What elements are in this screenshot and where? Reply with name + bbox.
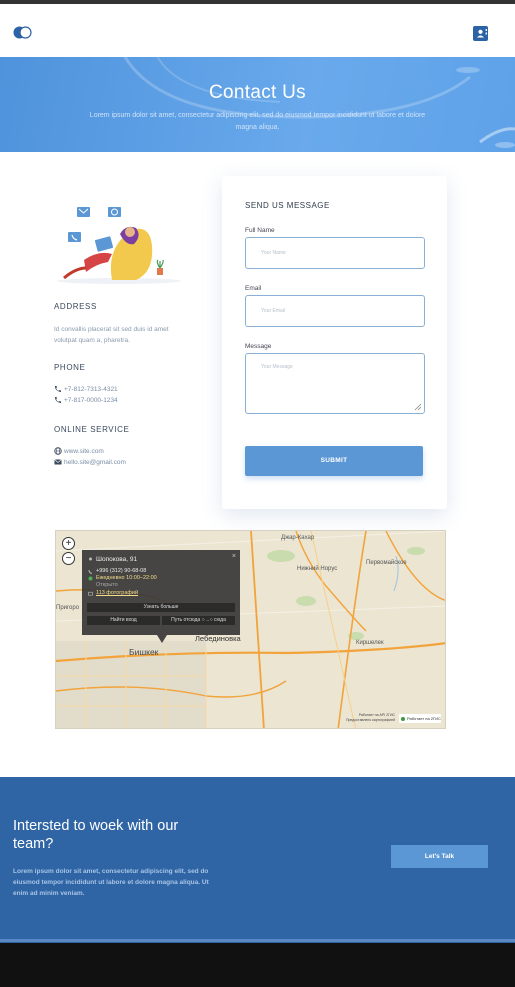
email-placeholder: Your Email xyxy=(261,308,285,314)
site-header xyxy=(0,4,515,57)
popup-phone-row[interactable]: +996 (312) 90-68-08 xyxy=(88,568,146,574)
address-heading: ADDRESS xyxy=(54,302,97,311)
popup-route-button[interactable]: Путь отсюда ○→○ сюда xyxy=(162,616,235,625)
zoom-in-button[interactable]: + xyxy=(62,537,75,550)
team-cta-section: Intersted to woek with our team? Lorem i… xyxy=(0,777,515,943)
location-map[interactable]: Джар-Кахар Нижний Норус Первомайское Леб… xyxy=(55,530,446,729)
email-label: Email xyxy=(245,285,262,292)
popup-photos-row[interactable]: 113 фотографий xyxy=(88,590,138,596)
place-pervomayskoe: Первомайское xyxy=(366,560,407,566)
status-dot-icon xyxy=(88,576,93,580)
email-input[interactable]: Your Email xyxy=(245,295,425,327)
email-link[interactable]: hello.site@gmail.com xyxy=(64,459,126,466)
popup-status: Открыто xyxy=(96,582,118,588)
email-line[interactable]: hello.site@gmail.com xyxy=(54,458,126,466)
map-copyright[interactable]: Работает на API 2ГИС Предоставлено карто… xyxy=(346,713,395,723)
globe-icon xyxy=(54,447,62,455)
popup-address: Шопокова, 91 xyxy=(96,556,138,563)
page-title: Contact Us xyxy=(209,82,306,103)
phone-line-2[interactable]: +7-817-0000-1234 xyxy=(54,396,118,404)
hero-subtitle: Lorem ipsum dolor sit amet, consectetur … xyxy=(89,112,426,131)
camera-icon xyxy=(88,591,93,596)
place-lebedinovka: Лебединовка xyxy=(195,634,241,643)
address-text: Id convallis placerat sit sed duis id am… xyxy=(54,326,169,344)
popup-hours-row: Ежедневно 10:00–22:00 xyxy=(88,575,157,581)
full-name-placeholder: Your Name xyxy=(261,250,286,256)
page-footer xyxy=(0,943,515,987)
submit-button[interactable]: SUBMIT xyxy=(245,446,423,476)
phone-icon xyxy=(55,397,61,403)
cta-title: Intersted to woek with our team? xyxy=(13,818,179,852)
full-name-input[interactable]: Your Name xyxy=(245,237,425,269)
website-line[interactable]: www.site.com xyxy=(54,447,104,455)
resize-handle-icon[interactable] xyxy=(413,402,422,411)
map-provider-badge[interactable]: Работает на 2ГИС xyxy=(399,714,441,723)
contact-card-icon[interactable] xyxy=(473,26,488,41)
website-link[interactable]: www.site.com xyxy=(64,448,104,455)
popup-route-to-label: сюда xyxy=(214,617,226,623)
hero-banner: Contact Us Lorem ipsum dolor sit amet, c… xyxy=(0,57,515,152)
popup-close-button[interactable]: × xyxy=(232,553,236,560)
popup-route-label: Путь отсюда xyxy=(171,617,201,623)
zoom-out-button[interactable]: − xyxy=(62,552,75,565)
phone-number-2: +7-817-0000-1234 xyxy=(64,396,118,404)
online-service-heading: ONLINE SERVICE xyxy=(54,425,130,434)
cta-text: Lorem ipsum dolor sit amet, consectetur … xyxy=(13,868,209,897)
hero-decoration xyxy=(123,57,515,148)
popup-photos: 113 фотографий xyxy=(96,590,139,596)
toggle-logo-icon[interactable] xyxy=(13,26,32,39)
full-name-label: Full Name xyxy=(245,227,275,234)
popup-more-button[interactable]: Узнать больше xyxy=(87,603,235,612)
map-popup: × Шопокова, 91 +996 (312) 90-68-08 Ежедн… xyxy=(82,550,240,635)
message-label: Message xyxy=(245,343,272,350)
mail-icon xyxy=(54,459,62,465)
place-dzhar-kachar: Джар-Кахар xyxy=(281,535,315,541)
phone-line-1[interactable]: +7-812-7313-4321 xyxy=(54,385,118,393)
form-title: SEND US MESSAGE xyxy=(245,201,330,210)
place-nizhniy-norus: Нижний Норус xyxy=(297,566,338,572)
phone-icon xyxy=(55,386,61,392)
location-pin-icon xyxy=(89,557,92,561)
popup-hours: Ежедневно 10:00–22:00 xyxy=(96,575,157,581)
place-kirshelek: Киршелек xyxy=(356,640,384,646)
cta-divider xyxy=(0,939,515,942)
popup-address-row: Шопокова, 91 xyxy=(88,556,137,563)
popup-pointer xyxy=(157,635,167,643)
phone-number-1: +7-812-7313-4321 xyxy=(64,385,118,393)
contact-illustration xyxy=(57,207,181,284)
place-bishkek: Бишкек xyxy=(129,647,159,657)
contact-form: SEND US MESSAGE Full Name Your Name Emai… xyxy=(222,176,447,509)
message-textarea[interactable]: Your Message xyxy=(245,353,425,414)
route-arrow-icon: ○→○ xyxy=(201,617,215,623)
popup-phone: +996 (312) 90-68-08 xyxy=(96,568,147,574)
message-placeholder: Your Message xyxy=(261,364,293,370)
popup-entrance-button[interactable]: Найти вход xyxy=(87,616,160,625)
phone-heading: PHONE xyxy=(54,363,86,372)
lets-talk-button[interactable]: Let's Talk xyxy=(391,845,488,868)
place-prigorod: Пригоро xyxy=(56,605,80,611)
phone-icon xyxy=(88,569,93,574)
